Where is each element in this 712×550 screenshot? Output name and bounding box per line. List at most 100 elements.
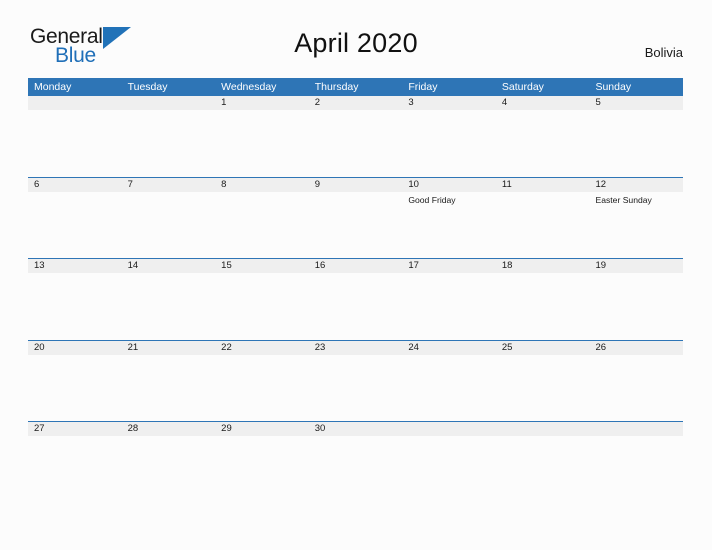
- day-events: [122, 436, 216, 439]
- calendar-day-cell[interactable]: 23: [308, 340, 403, 422]
- calendar-day-cell[interactable]: 1: [215, 96, 309, 177]
- weekday-header-wednesday: Wednesday: [221, 81, 277, 93]
- day-number-band: 22: [215, 340, 309, 355]
- calendar-day-cell[interactable]: 28: [121, 422, 216, 503]
- day-events: [402, 355, 496, 358]
- day-number: 1: [221, 97, 227, 108]
- calendar-grid: Monday Tuesday Wednesday Thursday Friday…: [28, 78, 684, 503]
- weekday-header-sunday: Sunday: [595, 81, 632, 93]
- calendar-day-cell[interactable]: 2: [308, 96, 403, 177]
- calendar-day-cell[interactable]: 12 Easter Sunday: [589, 177, 684, 259]
- day-events: [496, 436, 590, 439]
- day-number-band: 26: [589, 340, 684, 355]
- day-number-band: 4: [495, 96, 590, 110]
- day-number-band: 11: [495, 177, 590, 192]
- calendar-day-cell[interactable]: 7: [121, 177, 216, 259]
- calendar-day-cell[interactable]: 25: [495, 340, 590, 422]
- day-number-band: [402, 422, 496, 436]
- calendar-day-cell[interactable]: 6: [28, 177, 122, 259]
- day-events: [402, 273, 496, 276]
- calendar-week-row: 6 7 8 9 10 Good Friday 11 12 Easter Sunday: [28, 176, 684, 259]
- calendar-day-cell[interactable]: 4: [495, 96, 590, 177]
- calendar-day-cell[interactable]: 29: [215, 422, 309, 503]
- calendar-day-cell[interactable]: 3: [402, 96, 496, 177]
- calendar-day-cell[interactable]: 27: [28, 422, 122, 503]
- calendar-day-cell[interactable]: 30: [308, 422, 403, 503]
- day-events: [589, 436, 683, 439]
- day-events: [309, 110, 403, 113]
- day-events: [589, 110, 683, 113]
- day-number: 25: [501, 341, 513, 353]
- day-number: 24: [408, 341, 419, 353]
- day-number-band: 30: [308, 422, 403, 436]
- day-events: Easter Sunday: [589, 192, 683, 206]
- calendar-weeks: 1 2 3 4 5 6 7 8 9 10 Good Friday 11 12 Easter Sunday 1…: [28, 96, 684, 503]
- day-events: [589, 355, 683, 358]
- calendar-day-cell[interactable]: 9: [308, 177, 403, 259]
- calendar-day-cell[interactable]: 5: [589, 96, 684, 177]
- calendar-day-cell[interactable]: 19: [589, 259, 684, 340]
- calendar-day-cell[interactable]: 14: [121, 259, 216, 340]
- day-number-band: 1: [215, 96, 309, 110]
- calendar-day-cell[interactable]: 21: [121, 340, 216, 422]
- calendar-day-cell[interactable]: 17: [402, 259, 496, 340]
- day-number: 19: [595, 260, 607, 271]
- day-number: 28: [127, 423, 139, 434]
- day-number: 18: [501, 260, 513, 271]
- day-number-band: [589, 422, 684, 436]
- calendar-week-row: 27 28 29 30: [28, 421, 684, 503]
- day-number-band: 19: [589, 259, 684, 273]
- day-number-band: 15: [215, 259, 309, 273]
- calendar-day-cell[interactable]: 15: [215, 259, 309, 340]
- day-number-band: [28, 96, 122, 110]
- day-events: [28, 110, 122, 113]
- calendar-day-cell[interactable]: 8: [215, 177, 309, 259]
- day-events: [309, 355, 403, 358]
- day-number-band: 5: [589, 96, 684, 110]
- day-number-band: 20: [28, 340, 122, 355]
- day-number: 4: [501, 97, 508, 108]
- day-number: 16: [314, 260, 326, 271]
- calendar-day-cell[interactable]: 22: [215, 340, 309, 422]
- day-number-band: 8: [215, 177, 309, 192]
- day-number-band: [121, 96, 216, 110]
- day-number-band: 10: [402, 177, 496, 192]
- country-label: Bolivia: [644, 45, 683, 60]
- day-events: [28, 192, 122, 195]
- day-number-band: 14: [121, 259, 216, 273]
- day-events: [402, 110, 496, 113]
- day-events: [28, 355, 122, 358]
- calendar-day-cell[interactable]: 18: [495, 259, 590, 340]
- calendar-day-cell[interactable]: 16: [308, 259, 403, 340]
- day-number-band: 25: [495, 340, 590, 355]
- calendar-day-cell-empty: [589, 422, 684, 503]
- day-events: [215, 355, 309, 358]
- calendar-day-cell[interactable]: 11: [495, 177, 590, 259]
- day-events: [28, 436, 122, 439]
- day-events: [28, 273, 122, 276]
- calendar-day-cell[interactable]: 13: [28, 259, 122, 340]
- day-number: 5: [595, 97, 601, 108]
- day-events: [496, 192, 590, 195]
- day-number-band: 9: [308, 177, 403, 192]
- day-number: 17: [408, 260, 419, 271]
- day-events: [496, 273, 590, 276]
- day-number-band: 2: [308, 96, 403, 110]
- calendar-day-cell[interactable]: 24: [402, 340, 496, 422]
- day-events: [309, 273, 403, 276]
- day-events: [589, 273, 683, 276]
- day-events: Good Friday: [402, 192, 496, 206]
- calendar-day-cell[interactable]: 10 Good Friday: [402, 177, 496, 259]
- weekday-header-saturday: Saturday: [501, 81, 544, 93]
- calendar-day-cell[interactable]: 20: [28, 340, 122, 422]
- day-events: [496, 110, 590, 113]
- day-number: 29: [221, 423, 232, 434]
- calendar-day-cell[interactable]: 26: [589, 340, 684, 422]
- day-events: [122, 273, 216, 276]
- day-events: [402, 436, 496, 439]
- day-number: 8: [221, 178, 227, 190]
- day-number-band: 16: [308, 259, 403, 273]
- day-number: 13: [34, 260, 45, 271]
- calendar-week-cells: 27 28 29 30: [28, 422, 684, 503]
- day-number-band: 28: [121, 422, 216, 436]
